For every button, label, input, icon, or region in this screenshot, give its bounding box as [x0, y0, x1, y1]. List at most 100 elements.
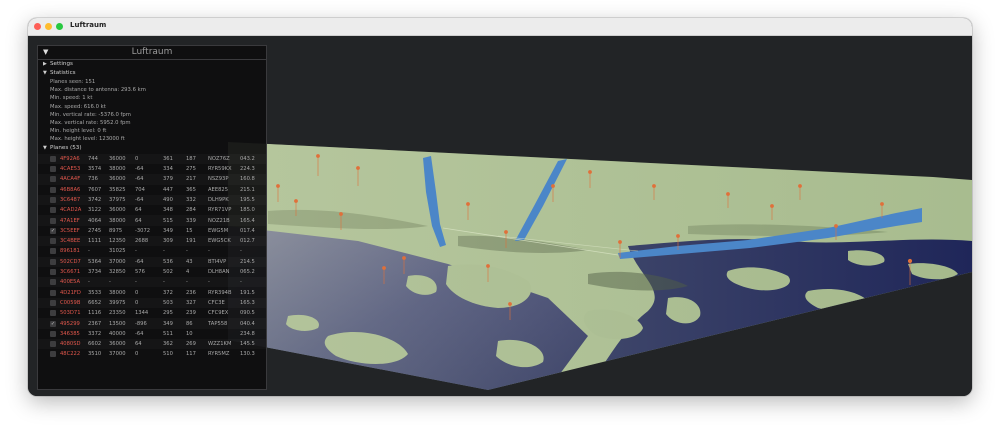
plane-track-checkbox[interactable] [50, 166, 56, 173]
plane-squawk: 3122 [88, 207, 102, 214]
plane-squawk: 3742 [88, 196, 102, 203]
plane-squawk: 744 [88, 155, 98, 162]
plane-track-checkbox[interactable] [50, 186, 56, 193]
plane-altitude: 32850 [109, 269, 126, 276]
plane-altitude: 37975 [109, 196, 126, 203]
plane-row[interactable]: C0059B 6652 39975 0 503 327 CFC3E 165.3 [38, 298, 266, 308]
plane-speed: 349 [163, 320, 173, 327]
plane-row[interactable]: ✓ 3C5EEF 2745 8975 -3072 349 15 EWG5M 017.4 [38, 226, 266, 236]
plane-distance: 215.1 [240, 186, 255, 193]
plane-track-checkbox[interactable] [50, 196, 56, 203]
plane-hex-id: 346385 [60, 330, 80, 337]
plane-vertical-rate: 2688 [135, 238, 149, 245]
plane-track-checkbox[interactable] [50, 248, 56, 255]
plane-track-checkbox[interactable] [50, 330, 56, 337]
plane-row[interactable]: 4ACA4F 736 36000 -64 379 217 NSZ93P 160.8 [38, 174, 266, 184]
plane-altitude: 13500 [109, 320, 126, 327]
plane-altitude: 8975 [109, 227, 123, 234]
plane-vertical-rate: 64 [135, 217, 142, 224]
plane-row[interactable]: 4D21FD 3533 38000 0 372 236 RYR394B 191.5 [38, 287, 266, 297]
plane-hex-id: 400E5A [60, 279, 81, 286]
plane-row[interactable]: ✓ 495299 2367 13500 -896 349 86 TAP558 040.4 [38, 318, 266, 328]
plane-track-checkbox[interactable] [50, 155, 56, 162]
plane-heading: 327 [186, 299, 196, 306]
plane-hex-id: 4CAE53 [60, 166, 81, 173]
plane-speed: 362 [163, 341, 173, 348]
plane-altitude: 36000 [109, 341, 126, 348]
title-bar: Luftraum [28, 18, 972, 36]
plane-heading: 339 [186, 217, 196, 224]
plane-row[interactable]: 4CAE53 3574 38000 -64 334 275 RYR59KX 224.3 [38, 164, 266, 174]
plane-track-checkbox[interactable] [50, 341, 56, 348]
plane-track-checkbox[interactable]: ✓ [50, 227, 56, 234]
settings-section-toggle[interactable]: ▶ Settings [38, 60, 266, 69]
plane-speed: 511 [163, 330, 173, 337]
maximize-window-button[interactable] [56, 23, 63, 30]
plane-row[interactable]: 3C6671 3734 32850 576 502 4 DLH8AN 065.2 [38, 267, 266, 277]
plane-row[interactable]: 3C4BEE 1111 12350 2688 309 191 EWG5CK 012.7 [38, 236, 266, 246]
panel-header[interactable]: ▼ Luftraum [38, 46, 266, 60]
plane-track-checkbox[interactable] [50, 310, 56, 317]
plane-track-checkbox[interactable] [50, 289, 56, 296]
plane-speed: 349 [163, 227, 173, 234]
plane-squawk: 1111 [88, 238, 102, 245]
plane-row[interactable]: 46B8A6 7607 35825 704 447 365 AEE825 215.1 [38, 185, 266, 195]
terrain-map [228, 142, 972, 390]
plane-squawk: - [88, 248, 90, 255]
luftraum-panel[interactable]: ▼ Luftraum ▶ Settings ▼ Statistics Planes … [37, 45, 267, 390]
close-window-button[interactable] [34, 23, 41, 30]
plane-row[interactable]: 4CAD2A 3122 36000 64 348 284 RYR71VP 185.0 [38, 205, 266, 215]
plane-track-checkbox[interactable] [50, 351, 56, 358]
plane-heading: 191 [186, 238, 196, 245]
plane-callsign: - [208, 279, 210, 286]
plane-callsign: CFC3E [208, 299, 225, 306]
plane-distance: 012.7 [240, 238, 255, 245]
app-window: Luftraum ▼ Luftraum ▶ Settings ▼ Statist… [28, 18, 972, 396]
plane-speed: 447 [163, 186, 173, 193]
plane-callsign: RYR5MZ [208, 351, 230, 358]
plane-heading: 269 [186, 341, 196, 348]
plane-track-checkbox[interactable] [50, 299, 56, 306]
map-3d-viewport[interactable]: ▼ Luftraum ▶ Settings ▼ Statistics Planes … [28, 36, 972, 396]
plane-altitude: 37000 [109, 351, 126, 358]
plane-distance: 195.5 [240, 196, 255, 203]
chevron-right-icon: ▶ [43, 61, 47, 67]
planes-section-toggle[interactable]: ▼ Planes (53) [38, 144, 266, 153]
plane-track-checkbox[interactable] [50, 238, 56, 245]
plane-vertical-rate: -64 [135, 196, 144, 203]
plane-altitude: 35825 [109, 186, 126, 193]
plane-track-checkbox[interactable] [50, 207, 56, 214]
plane-row[interactable]: 4080SD 6602 36000 64 362 269 WZZ1KM 145.5 [38, 339, 266, 349]
plane-track-checkbox[interactable] [50, 269, 56, 276]
plane-row[interactable]: 502CD7 5364 37000 -64 536 43 BTI4VP 214.5 [38, 257, 266, 267]
plane-row[interactable]: 48C222 3510 37000 0 510 117 RYR5MZ 130.3 [38, 349, 266, 359]
plane-callsign: RYR394B [208, 289, 232, 296]
plane-squawk: 1116 [88, 310, 102, 317]
plane-track-checkbox[interactable]: ✓ [50, 320, 56, 327]
plane-distance: 165.4 [240, 217, 255, 224]
plane-squawk: 3734 [88, 269, 102, 276]
plane-heading: 275 [186, 166, 196, 173]
plane-row[interactable]: 3C6487 3742 37975 -64 490 332 DLH9PK 195.5 [38, 195, 266, 205]
plane-row[interactable]: 4F92A6 744 36000 0 361 187 NOZ76Z 043.2 [38, 154, 266, 164]
plane-row[interactable]: 896181 - 31025 - - - - - [38, 246, 266, 256]
plane-row[interactable]: 400E5A - - - - - - - [38, 277, 266, 287]
plane-track-checkbox[interactable] [50, 217, 56, 224]
plane-squawk: 736 [88, 176, 98, 183]
statistics-section-toggle[interactable]: ▼ Statistics [38, 69, 266, 78]
plane-altitude: 31025 [109, 248, 126, 255]
plane-hex-id: 4D21FD [60, 289, 81, 296]
plane-track-checkbox[interactable] [50, 176, 56, 183]
plane-heading: 365 [186, 186, 196, 193]
plane-row[interactable]: 503D71 1116 23350 1344 295 239 CFC9EX 090.5 [38, 308, 266, 318]
plane-vertical-rate: -896 [135, 320, 147, 327]
stat-max-height: Max. height level: 123000 ft [50, 136, 125, 143]
minimize-window-button[interactable] [45, 23, 52, 30]
plane-row[interactable]: 346385 3372 40000 -64 511 10 234.8 [38, 329, 266, 339]
plane-hex-id: 46B8A6 [60, 186, 81, 193]
plane-row[interactable]: 47A1EF 4064 38000 64 515 339 NOZ21B 165.4 [38, 215, 266, 225]
plane-track-checkbox[interactable] [50, 279, 56, 286]
plane-track-checkbox[interactable] [50, 258, 56, 265]
plane-hex-id: 503D71 [60, 310, 81, 317]
stat-min-height: Min. height level: 0 ft [50, 128, 107, 135]
